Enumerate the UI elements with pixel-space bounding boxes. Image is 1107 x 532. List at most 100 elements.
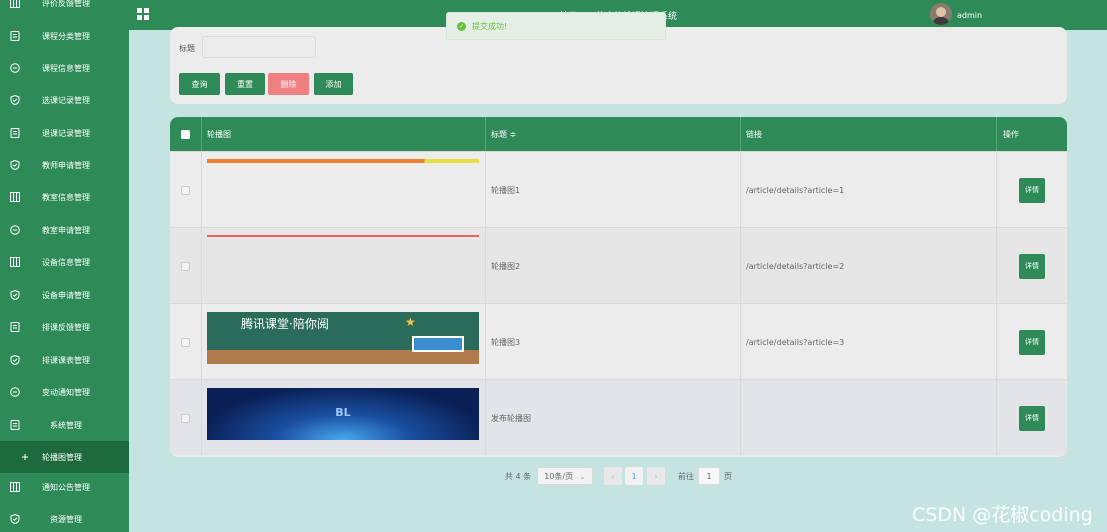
detail-button[interactable]: 详情: [1019, 177, 1045, 203]
sidebar-item-classroom-info[interactable]: 教室信息管理: [0, 181, 129, 213]
avatar[interactable]: [930, 3, 952, 25]
title-cell: 发布轮播图: [486, 380, 741, 456]
pagination: 共 4 条 10条/页 ⌄ ‹ 1 › 前往 1 页: [0, 467, 1107, 485]
goto-label: 前往: [678, 471, 694, 481]
action-cell: 详情: [997, 380, 1067, 456]
sidebar-item-label: 退课记录管理: [42, 128, 90, 138]
detail-button[interactable]: 详情: [1019, 329, 1045, 355]
select-all-checkbox[interactable]: [181, 129, 190, 139]
sidebar-item-label: 教室申请管理: [42, 225, 90, 235]
link-cell: /article/details?article=2: [741, 228, 997, 304]
image-cell: 腾讯课堂·陪你阅 ★: [202, 304, 486, 380]
page-number-current[interactable]: 1: [625, 467, 643, 485]
sidebar-item-enroll-records[interactable]: 选课记录管理: [0, 84, 129, 116]
sidebar-item-label: 课程信息管理: [42, 63, 90, 73]
sidebar-item-drop-records[interactable]: 退课记录管理: [0, 117, 129, 149]
row-checkbox[interactable]: [181, 337, 190, 347]
sidebar-item-course-category[interactable]: 课程分类管理: [0, 20, 129, 52]
image-cell: [202, 152, 486, 228]
title-cell: 轮播图3: [486, 304, 741, 380]
shield-check-icon: [10, 355, 20, 365]
document-icon: [10, 322, 20, 332]
document-icon: [10, 128, 20, 138]
sidebar-item-classroom-apply[interactable]: 教室申请管理: [0, 214, 129, 246]
query-button[interactable]: 查询: [179, 73, 220, 95]
sidebar-item-label: 排课课表管理: [42, 355, 90, 365]
table-row: 腾讯课堂·陪你阅 ★ 轮播图3 /article/details?article…: [170, 303, 1067, 380]
page-suffix: 页: [724, 471, 732, 481]
action-cell: 详情: [997, 304, 1067, 380]
document-icon: [10, 420, 20, 430]
chevron-down-icon: ⌄: [579, 471, 586, 481]
page-size-select[interactable]: 10条/页 ⌄: [537, 467, 593, 485]
columns-icon: [10, 257, 20, 267]
link-cell: /article/details?article=1: [741, 152, 997, 228]
title-cell: 轮播图2: [486, 228, 741, 304]
row-select[interactable]: [170, 304, 202, 380]
sidebar-item-teacher-apply[interactable]: 教师申请管理: [0, 149, 129, 181]
sidebar-item-label: 评价反馈管理: [42, 0, 90, 8]
banner-image: [207, 159, 479, 163]
plus-icon: [20, 452, 30, 462]
row-select[interactable]: [170, 380, 202, 456]
sidebar-item-label: 排课反馈管理: [42, 322, 90, 332]
add-button[interactable]: 添加: [314, 73, 353, 95]
sidebar-item-system[interactable]: 系统管理: [0, 409, 129, 441]
sidebar-item-label: 教师申请管理: [42, 160, 90, 170]
shield-check-icon: [10, 290, 20, 300]
sidebar-item-schedule-feedback[interactable]: 排课反馈管理: [0, 311, 129, 343]
banner-text: 腾讯课堂·陪你阅: [241, 317, 329, 331]
header-action: 操作: [1003, 129, 1019, 139]
reset-button[interactable]: 重置: [225, 73, 265, 95]
sidebar-item-label: 设备申请管理: [42, 290, 90, 300]
sidebar-item-device-apply[interactable]: 设备申请管理: [0, 279, 129, 311]
row-checkbox[interactable]: [181, 413, 190, 423]
row-checkbox[interactable]: [181, 261, 190, 271]
success-toast: ✓ 提交成功!: [446, 12, 666, 40]
sidebar-item-label: 课程分类管理: [42, 31, 90, 41]
sidebar-item-resources[interactable]: 资源管理: [0, 503, 129, 532]
detail-button[interactable]: 详情: [1019, 405, 1045, 431]
sidebar-item-label: 资源管理: [50, 514, 82, 524]
delete-button[interactable]: 删除: [268, 73, 309, 95]
link-cell: /article/details?article=3: [741, 304, 997, 380]
sidebar-item-label: 系统管理: [50, 420, 82, 430]
prev-page-button[interactable]: ‹: [604, 467, 622, 485]
table-row: 轮播图2 /article/details?article=2 详情: [170, 227, 1067, 304]
sidebar-item-feedback[interactable]: 评价反馈管理: [0, 0, 129, 19]
sidebar-item-course-info[interactable]: 课程信息管理: [0, 52, 129, 84]
title-cell: 轮播图1: [486, 152, 741, 228]
header-image: 轮播图: [202, 117, 486, 151]
total-count: 共 4 条: [504, 471, 532, 481]
action-cell: 详情: [997, 228, 1067, 304]
row-checkbox[interactable]: [181, 185, 190, 195]
page-size-value: 10条/页: [544, 471, 574, 481]
title-label: 标题: [179, 44, 195, 53]
columns-icon: [10, 0, 20, 8]
sidebar-item-label: 变动通知管理: [42, 387, 90, 397]
title-search-input[interactable]: [202, 36, 316, 58]
banner-image: BL: [207, 388, 479, 440]
header-select-all[interactable]: [170, 117, 202, 151]
carousel-table: 轮播图 标题 ≑ 链接 操作 轮播图1 /article/details?art…: [170, 117, 1067, 457]
chat-icon: [10, 387, 20, 397]
link-cell: [741, 380, 997, 456]
sidebar-item-change-notice[interactable]: 变动通知管理: [0, 376, 129, 408]
row-select[interactable]: [170, 152, 202, 228]
sidebar: 评价反馈管理 课程分类管理 课程信息管理 选课记录管理 退课记录管理 教师申请管…: [0, 0, 129, 532]
table-row: 轮播图1 /article/details?article=1 详情: [170, 151, 1067, 228]
table-header: 轮播图 标题 ≑ 链接 操作: [170, 117, 1067, 151]
banner-image: [207, 235, 479, 237]
goto-page-input[interactable]: 1: [698, 467, 720, 485]
detail-button[interactable]: 详情: [1019, 253, 1045, 279]
sidebar-item-device-info[interactable]: 设备信息管理: [0, 246, 129, 278]
username[interactable]: admin: [957, 11, 982, 20]
watermark: CSDN @花椒coding: [912, 504, 1093, 526]
shield-check-icon: [10, 160, 20, 170]
next-page-button[interactable]: ›: [647, 467, 665, 485]
header-title[interactable]: 标题 ≑: [486, 117, 741, 151]
sidebar-item-timetable[interactable]: 排课课表管理: [0, 344, 129, 376]
banner-image: 腾讯课堂·陪你阅 ★: [207, 312, 479, 364]
image-cell: [202, 228, 486, 304]
row-select[interactable]: [170, 228, 202, 304]
